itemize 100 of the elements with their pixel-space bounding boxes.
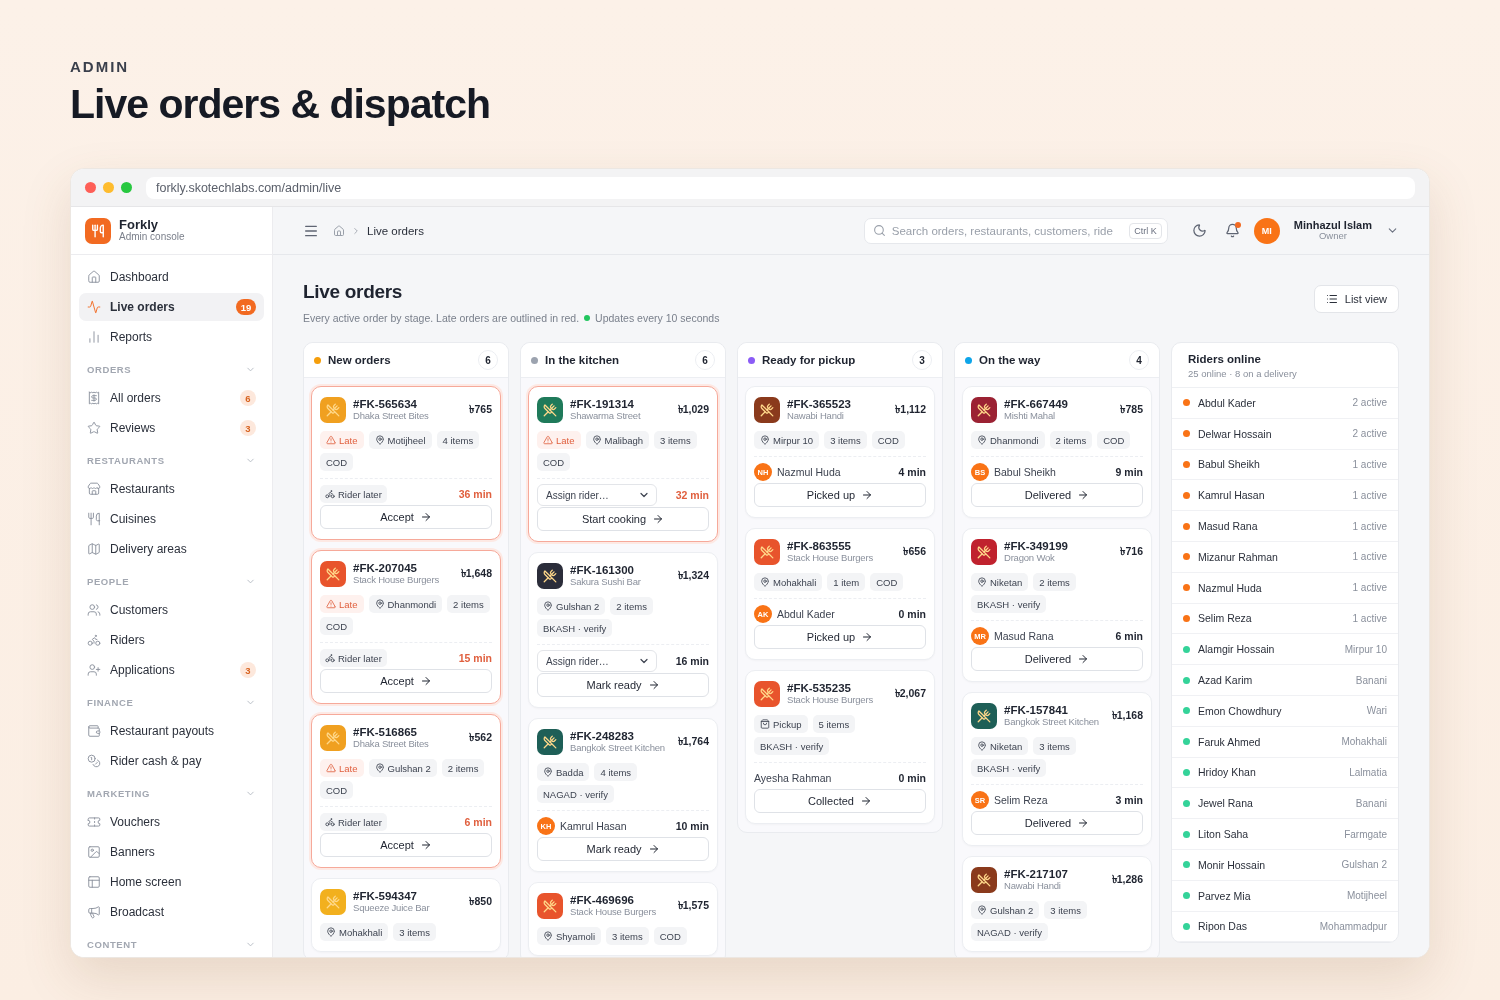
order-card[interactable]: #FK-191314 Shawarma Street ৳1,029 Late Malibagh 3 items COD Assign rider… 32 min Start cooking <box>528 386 718 542</box>
nav-item[interactable]: Customers <box>79 596 264 624</box>
bell-icon[interactable] <box>1224 223 1240 238</box>
action-button[interactable]: Delivered <box>971 483 1143 507</box>
order-id: #FK-217107 <box>1004 867 1069 882</box>
restaurant-name: Dragon Wok <box>1004 553 1056 565</box>
rider-name: Masud Rana <box>994 630 1054 642</box>
address-bar[interactable]: forkly.skotechlabs.com/admin/live <box>146 176 1415 199</box>
order-id: #FK-248283 <box>570 729 635 744</box>
rider-name: Abdul Kader <box>777 608 835 620</box>
order-card[interactable]: #FK-535235 Stack House Burgers ৳2,067 Pickup 5 items BKASH · verify Ayesha Rahman 0 min Collected <box>745 670 935 824</box>
utensils-icon <box>87 512 101 526</box>
count-badge: 6 <box>695 350 715 370</box>
arrow-right-icon <box>647 843 660 855</box>
megaphone-icon <box>87 905 101 919</box>
nav-item[interactable]: Delivery areas <box>79 535 264 563</box>
map-icon <box>87 542 101 556</box>
action-button[interactable]: Accept <box>320 833 492 857</box>
order-card[interactable]: #FK-469696 Stack House Burgers ৳1,575 Shyamoli 3 items COD <box>528 882 718 956</box>
action-button[interactable]: Mark ready <box>537 837 709 861</box>
customer-name: Ayesha Rahman <box>754 772 832 784</box>
bar-chart-icon <box>87 330 101 344</box>
order-id: #FK-594347 <box>353 889 418 904</box>
order-tag: COD <box>653 927 687 945</box>
app-logo <box>85 217 111 244</box>
pin-icon <box>977 435 987 445</box>
tag-text: Niketan <box>990 576 1023 588</box>
nav-item[interactable]: Reports <box>79 323 264 351</box>
action-button[interactable]: Collected <box>754 789 926 813</box>
nav-item[interactable]: Applications 3 <box>79 656 264 684</box>
tag-text: Shyamoli <box>556 930 596 942</box>
nav-item[interactable]: Reviews 3 <box>79 414 264 442</box>
live-note: Updates every 10 seconds <box>595 312 720 324</box>
action-button[interactable]: Picked up <box>754 483 926 507</box>
order-card[interactable]: #FK-161300 Sakura Sushi Bar ৳1,324 Gulshan 2 2 items BKASH · verify Assign rider… 16 min Mark ready <box>528 552 718 708</box>
nav-item[interactable]: Dashboard <box>79 263 264 291</box>
nav-item[interactable]: Home screen <box>79 868 264 896</box>
action-button[interactable]: Delivered <box>971 647 1143 671</box>
nav-item[interactable]: All orders 6 <box>79 384 264 412</box>
restaurant-name: Stack House Burgers <box>787 695 874 707</box>
tag-text: Late <box>339 762 358 774</box>
order-card[interactable]: #FK-594347 Squeeze Juice Bar ৳850 Mohakhali 3 items <box>311 878 501 952</box>
arrow-right-icon <box>647 679 660 691</box>
list-icon <box>1325 293 1338 305</box>
rider-status: Mirpur 10 <box>1344 643 1387 655</box>
action-button[interactable]: Start cooking <box>537 507 709 531</box>
order-id: #FK-469696 <box>570 893 635 908</box>
order-tag: BKASH · verify <box>537 619 613 637</box>
order-card[interactable]: #FK-217107 Nawabi Handi ৳1,286 Gulshan 2 3 items NAGAD · verify <box>962 856 1152 952</box>
rider-select[interactable]: Assign rider… <box>537 484 657 506</box>
action-button[interactable]: Accept <box>320 505 492 529</box>
eta-text: 10 min <box>675 820 709 832</box>
order-card[interactable]: #FK-516865 Dhaka Street Bites ৳562 Late Gulshan 2 2 items COD Rider later 6 min Accept <box>311 714 501 868</box>
nav-item[interactable]: Riders <box>79 626 264 654</box>
order-tag: COD <box>320 781 354 799</box>
coins-icon <box>87 754 101 768</box>
image-icon <box>87 845 101 859</box>
rider-status: 1 active <box>1352 551 1387 563</box>
restaurant-name: Shawarma Street <box>570 411 642 423</box>
order-tag: 3 items <box>654 431 697 449</box>
action-button[interactable]: Accept <box>320 669 492 693</box>
action-button[interactable]: Delivered <box>971 811 1143 835</box>
count-badge: 6 <box>478 350 498 370</box>
action-button[interactable]: Picked up <box>754 625 926 649</box>
list-view-button[interactable]: List view <box>1313 285 1399 313</box>
nav-item[interactable]: Rider cash & pay <box>79 747 264 775</box>
action-button[interactable]: Mark ready <box>537 673 709 697</box>
nav-item[interactable]: Live orders 19 <box>79 293 264 321</box>
count-badge: 3 <box>240 662 256 678</box>
nav-item[interactable]: Restaurants <box>79 475 264 503</box>
order-card[interactable]: #FK-565634 Dhaka Street Bites ৳765 Late Motijheel 4 items COD Rider later 36 min Accept <box>311 386 501 540</box>
rider-status: 1 active <box>1352 520 1387 532</box>
order-card[interactable]: #FK-207045 Stack House Burgers ৳1,648 Late Dhanmondi 2 items COD Rider later 15 min Accept <box>311 550 501 704</box>
rider-name: Nazmul Huda <box>777 466 841 478</box>
nav-item[interactable]: Restaurant payouts <box>79 717 264 745</box>
rider-name: Liton Saha <box>1198 828 1249 841</box>
nav-item[interactable]: Vouchers <box>79 808 264 836</box>
warning-icon <box>326 599 336 609</box>
tag-text: Gulshan 2 <box>387 762 431 774</box>
rider-status: Banani <box>1355 674 1387 686</box>
eta-text: 6 min <box>1115 630 1143 642</box>
tag-text: Mohakhali <box>339 926 383 938</box>
rider-status: 1 active <box>1352 612 1387 624</box>
order-tag: 2 items <box>447 595 490 613</box>
rider-name: Ripon Das <box>1198 920 1248 933</box>
layout-icon <box>87 875 101 889</box>
nav-item[interactable]: Broadcast <box>79 898 264 926</box>
moon-icon[interactable] <box>1191 223 1207 238</box>
order-amount: ৳850 <box>469 893 492 909</box>
pin-icon <box>977 741 987 751</box>
order-id: #FK-516865 <box>353 725 418 740</box>
rider-select[interactable]: Assign rider… <box>537 650 657 672</box>
order-tag: BKASH · verify <box>754 737 830 755</box>
rider-status: Mohammadpur <box>1319 920 1387 932</box>
nav-item[interactable]: Banners <box>79 838 264 866</box>
section-heading: MARKETING <box>87 788 150 799</box>
home-icon[interactable] <box>333 224 345 237</box>
nav-item[interactable]: Cuisines <box>79 505 264 533</box>
order-tag: 2 items <box>1049 431 1093 449</box>
restaurant-name: Stack House Burgers <box>570 907 657 919</box>
